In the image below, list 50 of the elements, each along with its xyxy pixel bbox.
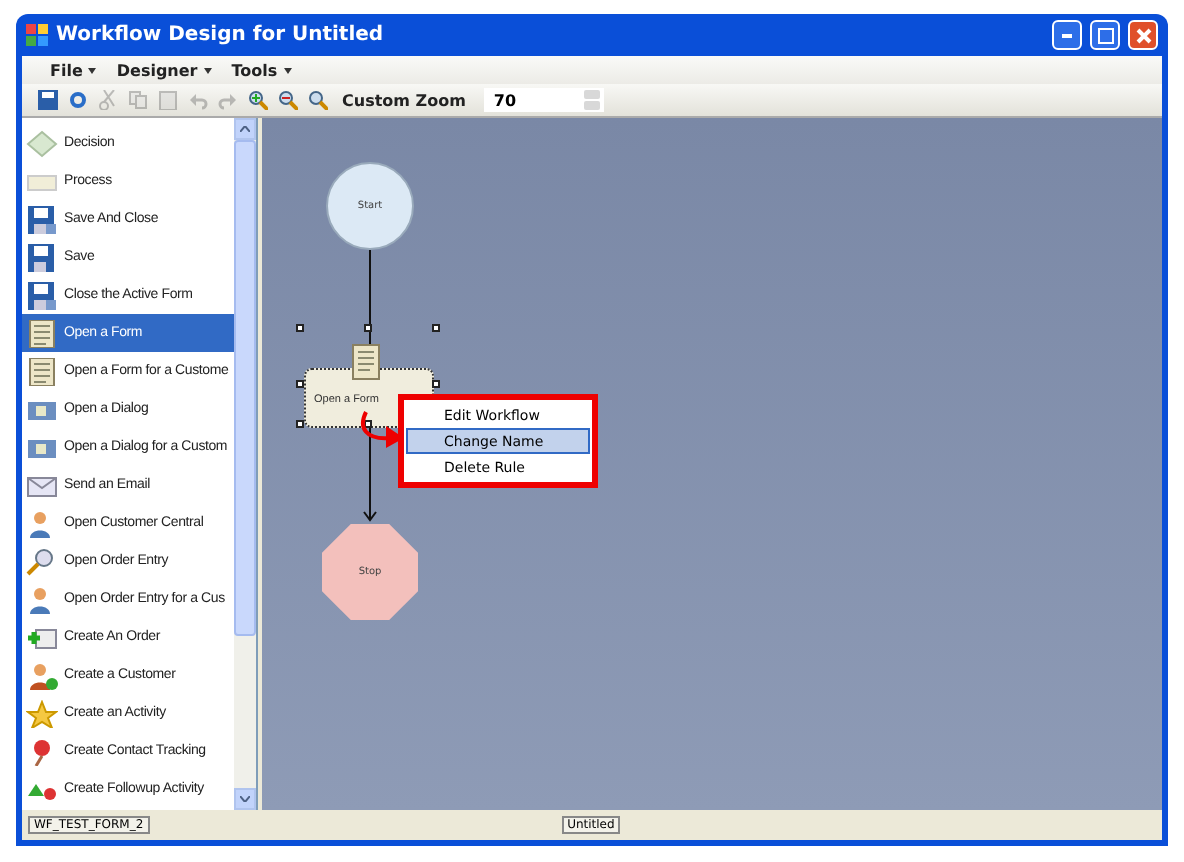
selection-handle[interactable] <box>296 324 304 332</box>
toolbar-button[interactable] <box>38 90 58 110</box>
magnifier-icon <box>26 547 58 575</box>
zoom-icon <box>308 90 328 110</box>
form-icon <box>352 344 380 380</box>
cut-icon <box>98 90 118 110</box>
add-person-icon <box>26 661 58 689</box>
zoom-out-icon <box>278 90 298 110</box>
toolbar-button[interactable] <box>248 90 268 110</box>
caret-icon <box>88 67 97 73</box>
selection-handle[interactable] <box>364 324 372 332</box>
caret-icon <box>203 67 212 73</box>
selection-handle[interactable] <box>296 380 304 388</box>
connector-arrow <box>362 428 378 524</box>
selection-handle[interactable] <box>432 380 440 388</box>
copy-icon <box>128 90 148 110</box>
zoom-label: Custom Zoom <box>342 91 466 109</box>
scroll-down-button[interactable] <box>234 788 256 810</box>
selection-handle[interactable] <box>364 420 372 428</box>
redo-icon <box>218 90 238 110</box>
zoom-in-icon <box>248 90 268 110</box>
close-button[interactable] <box>1128 20 1158 50</box>
spinner-icon <box>583 90 600 110</box>
menu-item[interactable]: File <box>50 61 97 79</box>
minimize-button[interactable] <box>1052 20 1082 50</box>
maximize-button[interactable] <box>1090 20 1120 50</box>
diamond-icon <box>26 129 58 157</box>
close-icon <box>1135 27 1151 43</box>
toolbar-button[interactable] <box>278 90 298 110</box>
star-icon <box>26 699 58 727</box>
window-title: Workflow Design for Untitled <box>56 24 386 46</box>
add-order-icon <box>26 623 58 651</box>
zoom-field[interactable]: 70 <box>483 88 604 112</box>
selection-handle[interactable] <box>296 420 304 428</box>
maximize-icon <box>1097 27 1113 43</box>
toolbar-button[interactable] <box>308 90 328 110</box>
menu-item[interactable]: Tools <box>231 61 292 79</box>
app-icon <box>26 24 48 46</box>
minimize-icon <box>1062 33 1072 37</box>
selection-handle[interactable] <box>432 324 440 332</box>
form-icon <box>26 357 58 385</box>
undo-icon <box>188 90 208 110</box>
scroll-up-button[interactable] <box>234 118 256 140</box>
save-icon <box>38 90 58 110</box>
caret-icon <box>283 67 292 73</box>
scrollbar-thumb[interactable] <box>234 140 256 636</box>
paste-icon <box>158 90 178 110</box>
menu-item[interactable]: Designer <box>116 61 212 79</box>
form-icon <box>26 319 58 347</box>
envelope-icon <box>26 471 58 499</box>
